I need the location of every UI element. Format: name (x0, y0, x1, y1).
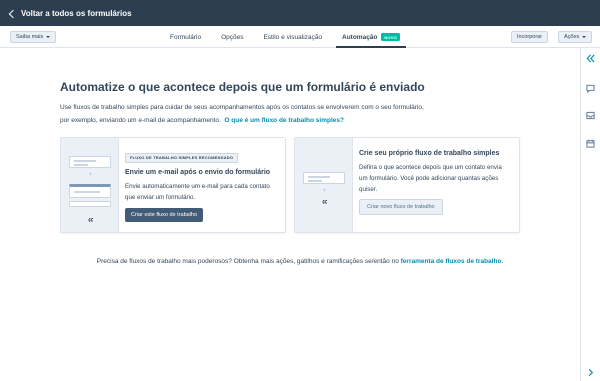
tab-opcoes[interactable]: Opções (211, 26, 253, 48)
tab-label: Opções (221, 33, 244, 41)
chat-icon[interactable] (586, 84, 595, 93)
chevron-left-icon (8, 9, 18, 18)
tab-estilo[interactable]: Estilo e visualização (253, 26, 332, 48)
tab-label: Automação (342, 33, 378, 41)
preview-trigger (303, 172, 345, 184)
actions-button[interactable]: Ações (558, 31, 593, 43)
tab-label: Formulário (170, 33, 202, 41)
calendar-icon[interactable] (586, 139, 595, 148)
workflows-tool-note: Precisa de fluxos de trabalho mais poder… (80, 256, 520, 268)
footer-text: Precisa de fluxos de trabalho mais poder… (96, 258, 399, 265)
recommended-workflow-card: + FLUXO DE TRABALHO SIMPLES RECOMENDADO … (60, 137, 286, 233)
tab-automacao[interactable]: Automação NOVO (332, 26, 410, 48)
learn-more-label: Saiba mais (16, 34, 44, 40)
card-description: Envie automaticamente um e-mail para cad… (125, 183, 270, 201)
recommended-badge: FLUXO DE TRABALHO SIMPLES RECOMENDADO (125, 152, 239, 163)
create-this-workflow-button[interactable]: Criar este fluxo de trabalho (125, 208, 204, 222)
inbox-icon[interactable] (586, 111, 595, 120)
simple-workflow-help-link[interactable]: O que é um fluxo de trabalho simples? (224, 117, 344, 124)
tab-bar: Saiba mais Formulário Opções Estilo e vi… (0, 26, 600, 48)
double-chevron-icon[interactable] (586, 54, 595, 63)
workflow-preview-illustration: + (295, 138, 353, 232)
actions-label: Ações (564, 34, 580, 40)
preview-trigger (69, 156, 111, 168)
chevron-right-icon[interactable] (586, 368, 595, 377)
right-sidebar (580, 48, 600, 381)
tab-label: Estilo e visualização (263, 33, 322, 41)
plus-icon: + (88, 172, 93, 178)
caret-down-icon (46, 36, 51, 38)
plus-icon: + (322, 188, 327, 194)
custom-workflow-card: + Crie seu próprio fluxo de trabalho sim… (294, 137, 520, 233)
preview-action (69, 184, 111, 198)
embed-label: Incorporar (517, 34, 543, 40)
preview-step (69, 201, 111, 207)
page-title: Automatize o que acontece depois que um … (60, 80, 425, 94)
learn-more-button[interactable]: Saiba mais (10, 31, 57, 43)
top-bar: Voltar a todos os formulários (0, 0, 600, 26)
tab-formulario[interactable]: Formulário (160, 26, 211, 48)
back-link-label: Voltar a todos os formulários (21, 8, 132, 18)
embed-button[interactable]: Incorporar (511, 31, 549, 43)
card-title: Crie seu próprio fluxo de trabalho simpl… (359, 150, 500, 157)
caret-down-icon (582, 36, 587, 38)
tabs: Formulário Opções Estilo e visualização … (160, 26, 410, 48)
card-title: Envie um e-mail após o envio do formulár… (125, 169, 271, 176)
card-body: Crie seu próprio fluxo de trabalho simpl… (359, 150, 511, 215)
back-to-forms-link[interactable]: Voltar a todos os formulários (8, 8, 132, 18)
workflow-preview-illustration: + (61, 138, 119, 232)
card-body: FLUXO DE TRABALHO SIMPLES RECOMENDADO En… (125, 146, 277, 222)
intro-text: Use fluxos de trabalho simples para cuid… (60, 101, 430, 127)
finish-flag-icon (88, 218, 93, 222)
finish-flag-icon (322, 200, 327, 204)
card-description: Defina o que acontece depois que um cont… (359, 164, 502, 193)
workflows-tool-link[interactable]: ferramenta de fluxos de trabalho (401, 258, 502, 265)
automation-intro: Automatize o que acontece depois que um … (60, 80, 520, 127)
new-badge: NOVO (381, 33, 400, 41)
create-new-workflow-button[interactable]: Criar novo fluxo de trabalho (359, 199, 443, 215)
footer-end: . (501, 258, 504, 265)
